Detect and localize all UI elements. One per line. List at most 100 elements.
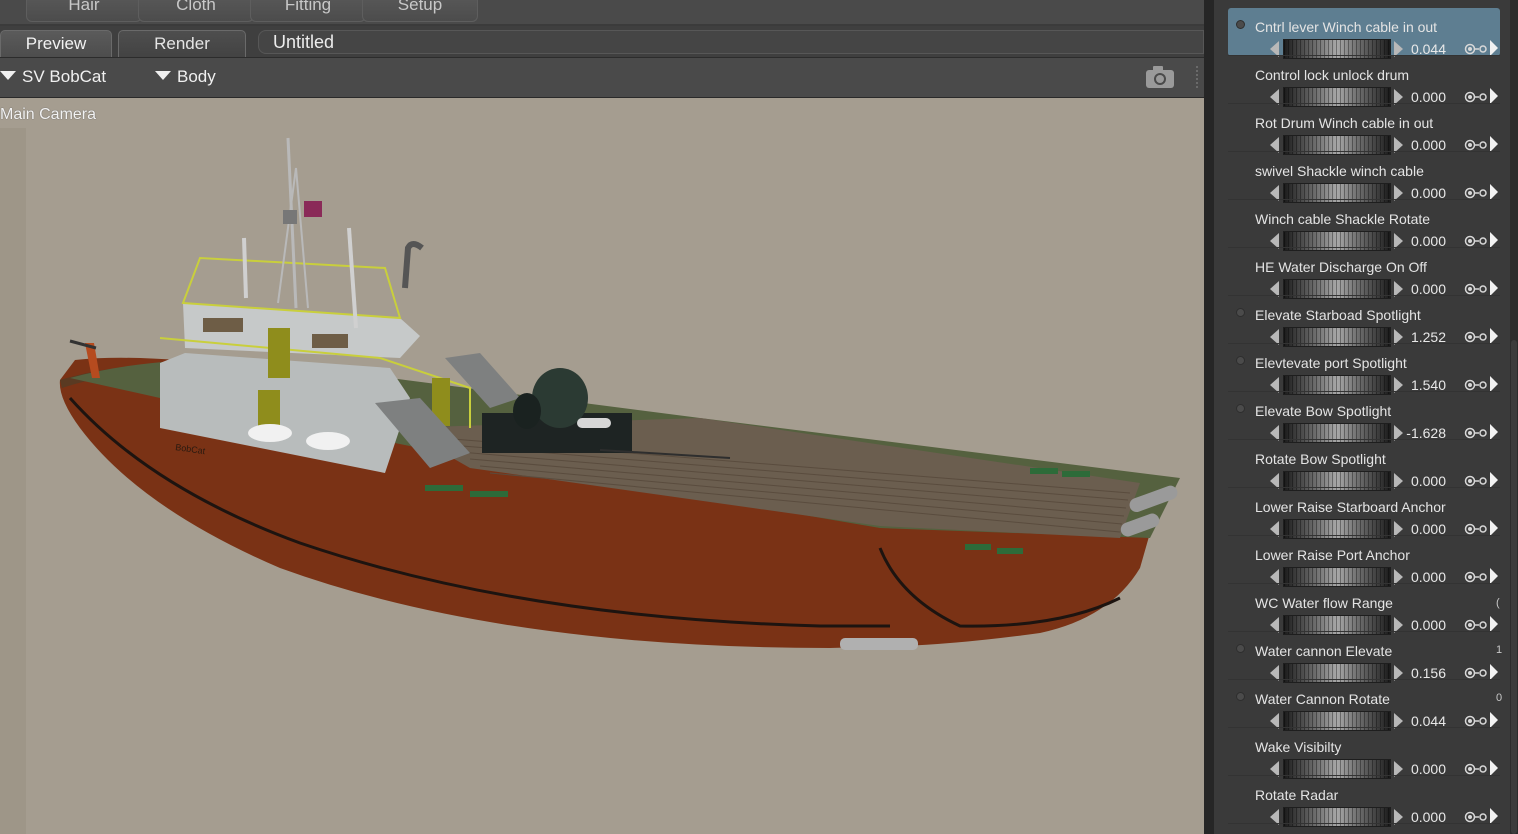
parameter-label: Control lock unlock drum [1255, 67, 1410, 83]
key-link-icon[interactable] [1464, 43, 1488, 55]
key-link-icon[interactable] [1464, 715, 1488, 727]
parameter-menu-icon[interactable] [1490, 712, 1498, 728]
camera-icon[interactable] [1144, 64, 1176, 90]
parameter-menu-icon[interactable] [1490, 280, 1498, 296]
parameter-row[interactable]: Elevate Starboad Spotlight 1.252 [1228, 296, 1500, 347]
parameter-label: Elevate Bow Spotlight [1255, 403, 1392, 419]
parameter-menu-icon[interactable] [1490, 760, 1498, 776]
parameter-row[interactable]: Rotate Radar 0.000 [1228, 776, 1500, 827]
key-link-icon[interactable] [1464, 427, 1488, 439]
parameter-dial[interactable] [1283, 807, 1391, 827]
parameter-row[interactable]: Wake Visibilty 0.000 [1228, 728, 1500, 779]
keyframe-dot-icon [1236, 308, 1245, 317]
vent [1062, 471, 1090, 477]
door [268, 328, 290, 378]
key-link-icon[interactable] [1464, 571, 1488, 583]
parameter-row[interactable]: Elevate Bow Spotlight -1.628 [1228, 392, 1500, 443]
parameter-row[interactable]: Winch cable Shackle Rotate 0.000 [1228, 200, 1500, 251]
chevron-down-icon [155, 71, 171, 81]
parameter-label: Lower Raise Starboard Anchor [1255, 499, 1446, 515]
parameter-row[interactable]: HE Water Discharge On Off 0.000 [1228, 248, 1500, 299]
parameter-label: Elevtevate port Spotlight [1255, 355, 1407, 371]
parameter-label: Rotate Bow Spotlight [1255, 451, 1386, 467]
parameter-row[interactable]: Lower Raise Starboard Anchor 0.000 [1228, 488, 1500, 539]
parameter-label: Water Cannon Rotate [1255, 691, 1390, 707]
window [312, 334, 348, 348]
parameter-menu-icon[interactable] [1490, 808, 1498, 824]
app-window: Hair Cloth Fitting Setup Preview Render … [0, 0, 1518, 834]
parameter-menu-icon[interactable] [1490, 568, 1498, 584]
panel-splitter[interactable] [1204, 0, 1214, 834]
key-link-icon[interactable] [1464, 187, 1488, 199]
room-tab-fitting[interactable]: Fitting [250, 0, 366, 22]
parameter-label: WC Water flow Range [1255, 595, 1393, 611]
parameter-row[interactable]: swivel Shackle winch cable 0.000 [1228, 152, 1500, 203]
parameter-row[interactable]: Cntrl lever Winch cable in out 0.044 [1228, 8, 1500, 59]
parameter-label: Lower Raise Port Anchor [1255, 547, 1410, 563]
key-link-icon[interactable] [1464, 91, 1488, 103]
parameter-row[interactable]: Rot Drum Winch cable in out 0.000 [1228, 104, 1500, 155]
parameter-menu-icon[interactable] [1490, 664, 1498, 680]
door [258, 390, 280, 430]
room-tab-setup[interactable]: Setup [362, 0, 478, 22]
room-tab-hair[interactable]: Hair [26, 0, 142, 22]
key-link-icon[interactable] [1464, 235, 1488, 247]
winch-gear [513, 393, 541, 429]
document-panel: Hair Cloth Fitting Setup Preview Render … [0, 0, 1204, 834]
key-link-icon[interactable] [1464, 811, 1488, 823]
antenna [242, 237, 248, 299]
parameter-row[interactable]: Control lock unlock drum 0.000 [1228, 56, 1500, 107]
parameter-menu-icon[interactable] [1490, 472, 1498, 488]
parameter-row[interactable]: Water Cannon Rotate 0.044 [1228, 680, 1500, 731]
window [203, 318, 243, 332]
tab-preview[interactable]: Preview [0, 30, 112, 57]
key-link-icon[interactable] [1464, 667, 1488, 679]
parameter-row[interactable]: WC Water flow Range 0.000 [1228, 584, 1500, 635]
key-link-icon[interactable] [1464, 475, 1488, 487]
keyframe-dot-icon [1236, 356, 1245, 365]
exhaust-stack [402, 241, 424, 289]
3d-viewport[interactable]: Main Camera BobCat [0, 98, 1204, 834]
panel-grip[interactable] [1196, 66, 1200, 88]
parameter-row[interactable]: Lower Raise Port Anchor 0.000 [1228, 536, 1500, 587]
actor-dropdown[interactable]: Body [155, 66, 216, 90]
key-link-icon[interactable] [1464, 379, 1488, 391]
parameter-menu-icon[interactable] [1490, 40, 1498, 56]
liferaft [306, 432, 350, 450]
keyframe-dot-icon [1236, 20, 1245, 29]
parameter-menu-icon[interactable] [1490, 328, 1498, 344]
scene-toolbar: SV BobCat Body [0, 58, 1204, 98]
parameter-menu-icon[interactable] [1490, 376, 1498, 392]
parameter-row[interactable]: Elevtevate port Spotlight 1.540 [1228, 344, 1500, 395]
parameter-menu-icon[interactable] [1490, 136, 1498, 152]
document-title: Untitled [258, 30, 1204, 54]
parameter-label: Rot Drum Winch cable in out [1255, 115, 1434, 131]
key-link-icon[interactable] [1464, 331, 1488, 343]
key-link-icon[interactable] [1464, 619, 1488, 631]
figure-dropdown[interactable]: SV BobCat [0, 66, 106, 90]
vessel-model[interactable]: BobCat [0, 98, 1204, 834]
key-link-icon[interactable] [1464, 283, 1488, 295]
parameter-label: HE Water Discharge On Off [1255, 259, 1427, 275]
room-tab-cloth[interactable]: Cloth [138, 0, 254, 22]
parameter-menu-icon[interactable] [1490, 616, 1498, 632]
tab-render[interactable]: Render [118, 30, 246, 57]
key-link-icon[interactable] [1464, 139, 1488, 151]
parameter-menu-icon[interactable] [1490, 424, 1498, 440]
parameter-label: swivel Shackle winch cable [1255, 163, 1424, 179]
parameter-row[interactable]: Water cannon Elevate 0.156 [1228, 632, 1500, 683]
parameter-row[interactable]: Rotate Bow Spotlight 0.000 [1228, 440, 1500, 491]
parameter-menu-icon[interactable] [1490, 520, 1498, 536]
parameter-menu-icon[interactable] [1490, 184, 1498, 200]
key-link-icon[interactable] [1464, 523, 1488, 535]
parameter-menu-icon[interactable] [1490, 88, 1498, 104]
scrollbar-thumb[interactable] [1511, 340, 1517, 834]
parameter-label: Rotate Radar [1255, 787, 1339, 803]
winch-shaft [577, 418, 611, 428]
key-link-icon[interactable] [1464, 763, 1488, 775]
vent [997, 548, 1023, 554]
propeller-shaft [840, 638, 918, 650]
liferaft [248, 424, 292, 442]
parameter-menu-icon[interactable] [1490, 232, 1498, 248]
chevron-down-icon [0, 71, 16, 81]
